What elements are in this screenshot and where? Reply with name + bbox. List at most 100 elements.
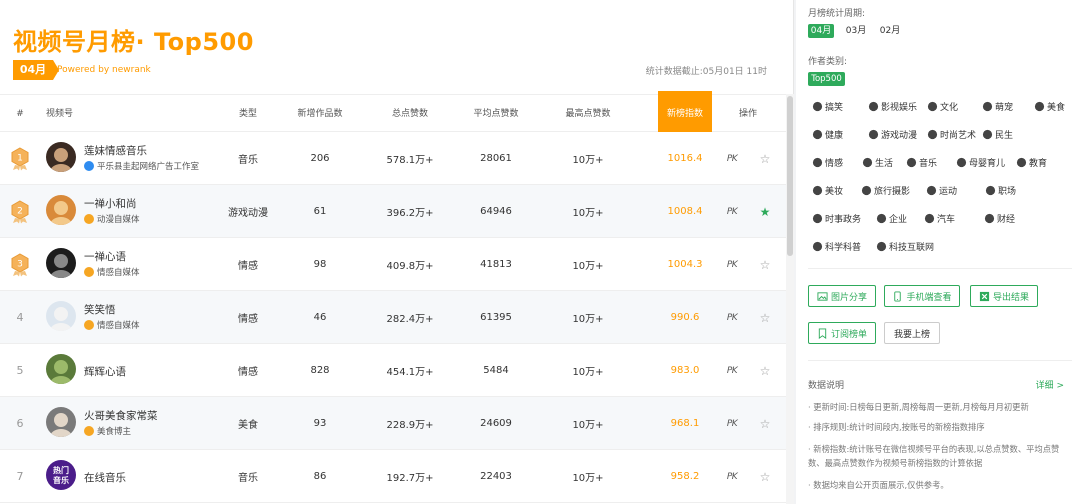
table-row[interactable]: 4 笑笑悟 情感自媒体 情感 46 282.4万+ 61395 10万+ 990… [0, 291, 786, 344]
newrank-index-cell: 990.6 [670, 312, 700, 323]
col-type[interactable]: 类型 [228, 95, 268, 133]
account-name[interactable]: 莲妹情感音乐 [84, 143, 147, 158]
category-culture[interactable]: 文化 [927, 100, 958, 113]
col-new-works[interactable]: 新增作品数 [290, 95, 350, 133]
pk-button[interactable]: PK [722, 238, 742, 291]
account-name[interactable]: 一禅小和尚 [84, 196, 137, 211]
join-ranking-button[interactable]: 我要上榜 [884, 322, 940, 344]
category-music[interactable]: 音乐 [906, 156, 937, 169]
new-works-cell: 93 [313, 418, 327, 429]
category-makeup[interactable]: 美妆 [812, 184, 843, 197]
category-news[interactable]: 时事政务 [812, 212, 861, 225]
category-baby[interactable]: 母婴育儿 [956, 156, 1005, 169]
favorite-star-icon[interactable]: ☆ [755, 238, 775, 291]
account-name[interactable]: 火哥美食家常菜 [84, 408, 158, 423]
category-car[interactable]: 汽车 [924, 212, 955, 225]
table-row[interactable]: 6 火哥美食家常菜 美食博主 美食 93 228.9万+ 24609 10万+ … [0, 397, 786, 450]
divider [808, 268, 1072, 269]
share-image-button[interactable]: 图片分享 [808, 285, 876, 307]
rank-number: 6 [16, 417, 24, 430]
category-coffee[interactable]: 生活 [862, 156, 893, 169]
avg-likes-cell: 41813 [480, 259, 512, 270]
col-max-likes[interactable]: 最高点赞数 [558, 95, 618, 133]
account-name[interactable]: 辉辉心语 [84, 364, 126, 379]
favorite-star-icon[interactable]: ☆ [755, 291, 775, 344]
table-row[interactable]: 3 一禅心语 情感自媒体 情感 98 409.8万+ 41813 10万+ 10… [0, 238, 786, 291]
export-button[interactable]: 导出结果 [970, 285, 1038, 307]
avatar[interactable] [46, 301, 76, 331]
pk-button[interactable]: PK [722, 291, 742, 344]
avatar[interactable] [46, 248, 76, 278]
export-label: 导出结果 [992, 292, 1029, 303]
divider [808, 360, 1072, 361]
period-03[interactable]: 03月 [844, 24, 868, 38]
favorite-star-icon[interactable]: ☆ [755, 344, 775, 397]
favorite-star-icon[interactable]: ☆ [755, 132, 775, 185]
category-laugh[interactable]: 搞笑 [812, 100, 843, 113]
type-cell: 情感 [238, 261, 258, 272]
table-row[interactable]: 5 辉辉心语 情感 828 454.1万+ 5484 10万+ 983.0 PK… [0, 344, 786, 397]
pk-button[interactable]: PK [722, 397, 742, 450]
total-likes-cell: 454.1万+ [386, 367, 434, 378]
period-04[interactable]: 04月 [808, 24, 834, 38]
account-name[interactable]: 一禅心语 [84, 249, 126, 264]
sidebar: 月榜统计周期: 04月 03月 02月 作者类别: Top500 搞笑 影视娱乐 文… [796, 0, 1080, 504]
category-top500[interactable]: Top500 [808, 72, 845, 86]
category-science[interactable]: 科学科普 [812, 240, 861, 253]
mobile-view-button[interactable]: 手机端查看 [884, 285, 960, 307]
category-film[interactable]: 影视娱乐 [868, 100, 917, 113]
avatar[interactable] [46, 407, 76, 437]
table-scrollbar[interactable] [786, 94, 794, 504]
pk-button[interactable]: PK [722, 185, 742, 238]
avg-likes-cell: 5484 [483, 365, 509, 376]
health-icon [812, 129, 823, 140]
verified-icon [84, 161, 94, 171]
category-gamepad[interactable]: 游戏动漫 [868, 128, 917, 141]
category-building[interactable]: 企业 [876, 212, 907, 225]
table-row[interactable]: 2 一禅小和尚 动漫自媒体 游戏动漫 61 396.2万+ 64946 10万+… [0, 185, 786, 238]
category-food[interactable]: 美食 [1034, 100, 1065, 113]
account-name[interactable]: 在线音乐 [84, 470, 126, 485]
pk-button[interactable]: PK [722, 132, 742, 185]
category-tech[interactable]: 科技互联网 [876, 240, 934, 253]
avatar[interactable] [46, 195, 76, 225]
period-02[interactable]: 02月 [878, 24, 902, 38]
account-name[interactable]: 笑笑悟 [84, 302, 116, 317]
newrank-index-cell: 1016.4 [667, 153, 703, 164]
pk-button[interactable]: PK [722, 344, 742, 397]
category-camera[interactable]: 旅行摄影 [861, 184, 910, 197]
col-account[interactable]: 视频号 [46, 95, 86, 133]
col-newrank-index[interactable]: 新榜指数 [658, 91, 712, 133]
account-subtitle-text: 情感自媒体 [97, 321, 140, 331]
category-people[interactable]: 民生 [982, 128, 1013, 141]
table-row[interactable]: 7 热门 音乐 在线音乐 音乐 86 192.7万+ 22403 10万+ 95… [0, 450, 786, 503]
col-avg-likes[interactable]: 平均点赞数 [466, 95, 526, 133]
category-fashion[interactable]: 时尚艺术 [927, 128, 976, 141]
new-works-cell: 61 [313, 206, 327, 217]
avg-likes-cell: 61395 [480, 312, 512, 323]
max-likes-cell: 10万+ [572, 208, 604, 219]
heart-icon [812, 157, 823, 168]
category-briefcase[interactable]: 职场 [985, 184, 1016, 197]
category-ball[interactable]: 运动 [926, 184, 957, 197]
favorite-star-icon[interactable]: ☆ [755, 397, 775, 450]
verified-icon [84, 320, 94, 330]
scrollbar-thumb[interactable] [787, 96, 793, 256]
category-pet[interactable]: 萌宠 [982, 100, 1013, 113]
detail-link[interactable]: 详细 > [1036, 378, 1064, 391]
account-subtitle-text: 美食博主 [97, 427, 132, 437]
category-finance[interactable]: 财经 [984, 212, 1015, 225]
category-heart[interactable]: 情感 [812, 156, 843, 169]
avatar[interactable] [46, 354, 76, 384]
culture-icon [927, 101, 938, 112]
avatar[interactable]: 热门 音乐 [46, 460, 76, 490]
category-health[interactable]: 健康 [812, 128, 843, 141]
subscribe-button[interactable]: 订阅榜单 [808, 322, 876, 344]
avatar[interactable] [46, 142, 76, 172]
favorite-star-icon[interactable]: ★ [755, 185, 775, 238]
favorite-star-icon[interactable]: ☆ [755, 450, 775, 503]
col-total-likes[interactable]: 总点赞数 [380, 95, 440, 133]
table-row[interactable]: 1 莲妹情感音乐 平乐县圭起网络广告工作室 音乐 206 578.1万+ 280… [0, 132, 786, 185]
category-graduation[interactable]: 教育 [1016, 156, 1047, 169]
pk-button[interactable]: PK [722, 450, 742, 503]
